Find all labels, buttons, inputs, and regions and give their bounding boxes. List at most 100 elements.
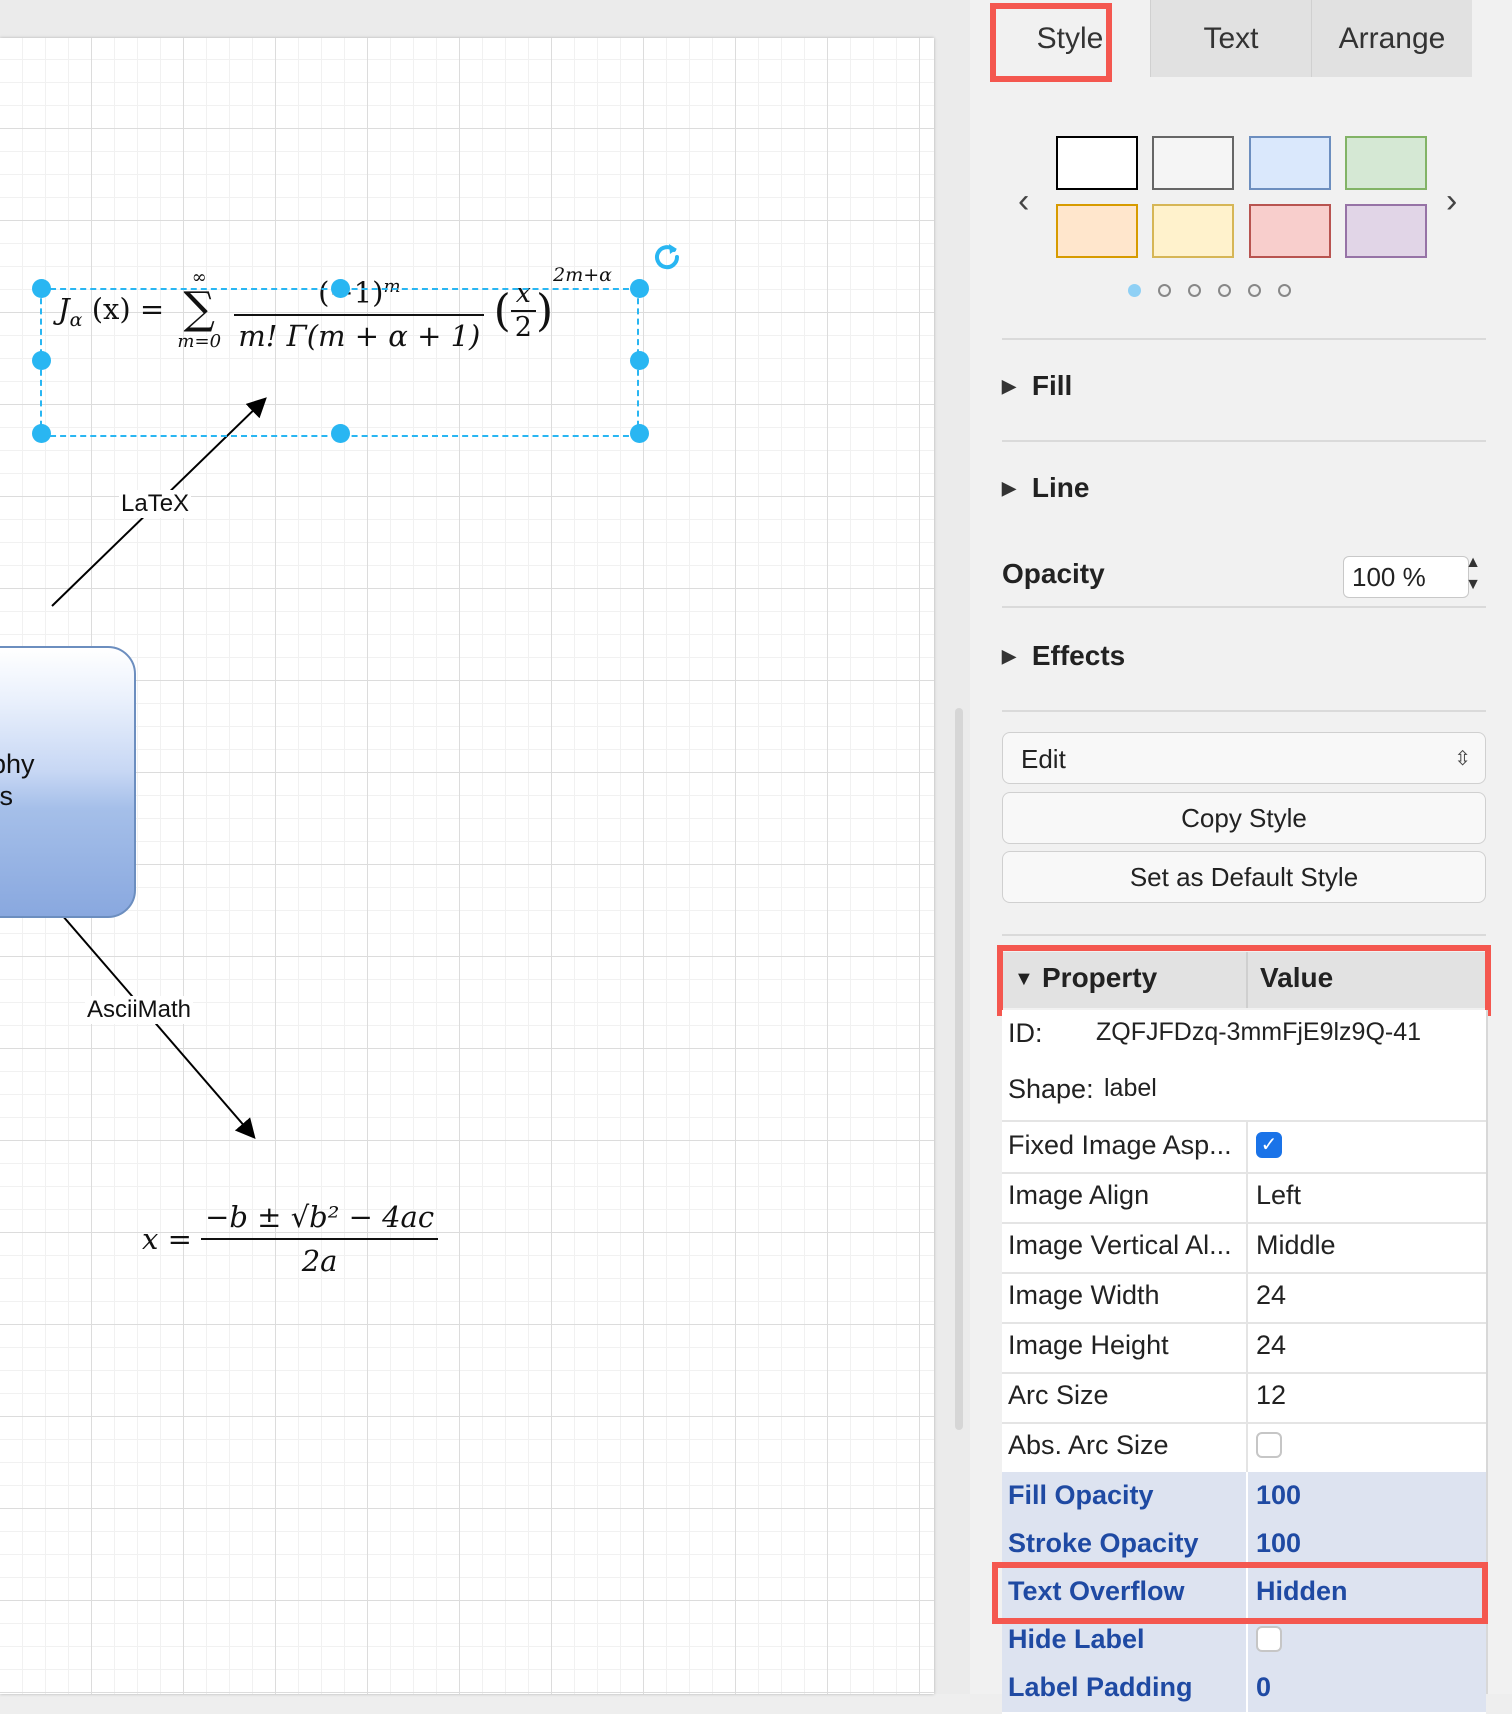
property-value[interactable]: Hidden [1256, 1576, 1348, 1607]
property-key: Text Overflow [1008, 1576, 1185, 1606]
swatch-2[interactable] [1152, 136, 1234, 190]
shape-label: graphy sers [0, 748, 35, 812]
property-value[interactable]: 24 [1256, 1330, 1286, 1361]
vertical-scrollbar[interactable] [955, 708, 963, 1430]
swatch-8[interactable] [1345, 204, 1427, 258]
page-dot[interactable] [1218, 284, 1231, 297]
value-column-header: Value [1260, 962, 1334, 993]
rounded-rectangle-shape[interactable]: graphy sers [0, 646, 136, 918]
shape-row: Shape: label [1002, 1066, 1486, 1122]
property-value[interactable]: 100 [1256, 1528, 1301, 1559]
property-row[interactable]: Stroke Opacity 100 [1002, 1520, 1486, 1570]
property-checkbox[interactable] [1256, 1626, 1282, 1652]
resize-handle-ne[interactable] [630, 279, 649, 298]
page-dot[interactable] [1278, 284, 1291, 297]
property-value[interactable]: 100 [1256, 1480, 1301, 1511]
property-row[interactable]: Image Vertical Al... Middle [1002, 1222, 1486, 1274]
asciimath-edge-label[interactable]: AsciiMath [85, 996, 194, 1024]
property-row[interactable]: Hide Label [1002, 1616, 1486, 1666]
resize-handle-w[interactable] [32, 351, 51, 370]
swatch-next-icon[interactable]: › [1446, 182, 1457, 221]
property-grid: ID: ZQFJFDzq-3mmFjE9lz9Q-41 Shape: label… [1002, 1010, 1488, 1714]
expand-triangle-icon: ▶ [1002, 477, 1016, 498]
tab-style[interactable]: Style [990, 0, 1150, 77]
divider [1002, 338, 1486, 340]
column-separator [1246, 1520, 1248, 1568]
column-separator [1246, 1472, 1248, 1520]
quadratic-formula[interactable]: x = −b ± √b² − 4ac 2a [142, 1196, 439, 1282]
resize-handle-n[interactable] [331, 279, 350, 298]
effects-section[interactable]: ▶ Effects [1002, 640, 1125, 672]
column-separator [1246, 1664, 1248, 1712]
property-row[interactable]: Abs. Arc Size [1002, 1422, 1486, 1474]
resize-handle-s[interactable] [331, 424, 350, 443]
column-separator [1246, 1372, 1248, 1422]
resize-handle-sw[interactable] [32, 424, 51, 443]
column-separator [1246, 952, 1248, 1008]
swatch-7[interactable] [1249, 204, 1331, 258]
property-key: Stroke Opacity [1008, 1528, 1199, 1558]
property-value[interactable]: 24 [1256, 1280, 1286, 1311]
property-row[interactable]: Text Overflow Hidden [1002, 1568, 1486, 1618]
property-value[interactable]: 0 [1256, 1672, 1271, 1703]
property-row[interactable]: Image Align Left [1002, 1172, 1486, 1224]
page-dot[interactable] [1158, 284, 1171, 297]
swatch-prev-icon[interactable]: ‹ [1018, 182, 1029, 221]
property-value[interactable]: 12 [1256, 1380, 1286, 1411]
page-dot[interactable] [1128, 284, 1141, 297]
swatch-1[interactable] [1056, 136, 1138, 190]
property-value[interactable]: Left [1256, 1180, 1301, 1211]
page-dot[interactable] [1248, 284, 1261, 297]
property-key: Image Width [1008, 1280, 1160, 1310]
swatch-3[interactable] [1249, 136, 1331, 190]
divider [1002, 710, 1486, 712]
swatch-6[interactable] [1152, 204, 1234, 258]
opacity-stepper-icon[interactable]: ▲ ▼ [1460, 552, 1486, 600]
property-grid-header[interactable]: ▼ Property Value [1002, 952, 1486, 1008]
property-column-header: Property [1042, 962, 1158, 993]
expand-triangle-icon: ▶ [1002, 645, 1016, 666]
resize-handle-nw[interactable] [32, 279, 51, 298]
property-checkbox[interactable]: ✓ [1256, 1132, 1282, 1158]
collapse-triangle-icon: ▼ [1014, 968, 1034, 990]
set-default-style-button[interactable]: Set as Default Style [1002, 851, 1486, 903]
property-row[interactable]: Fixed Image Asp... ✓ [1002, 1122, 1486, 1174]
fill-section[interactable]: ▶ Fill [1002, 370, 1072, 402]
property-key: Fixed Image Asp... [1008, 1130, 1232, 1160]
property-row[interactable]: Label Padding 0 [1002, 1664, 1486, 1714]
swatch-4[interactable] [1345, 136, 1427, 190]
copy-style-button[interactable]: Copy Style [1002, 792, 1486, 844]
shape-label-key: Shape: [1008, 1074, 1094, 1104]
rotate-handle-icon[interactable] [652, 241, 682, 271]
swatch-5[interactable] [1056, 204, 1138, 258]
column-separator [1246, 1122, 1248, 1172]
property-checkbox[interactable] [1256, 1432, 1282, 1458]
edit-select-label: Edit [1021, 744, 1066, 774]
id-value[interactable]: ZQFJFDzq-3mmFjE9lz9Q-41 [1096, 1018, 1421, 1047]
edit-style-select[interactable]: Edit ⇳ [1002, 732, 1486, 784]
property-row[interactable]: Image Width 24 [1002, 1272, 1486, 1324]
property-row[interactable]: Image Height 24 [1002, 1322, 1486, 1374]
resize-handle-e[interactable] [630, 351, 649, 370]
diagram-page[interactable]: LaTeX AsciiMath graphy sers Jα (x) = ∞ ∑… [0, 38, 934, 1694]
property-key: Image Height [1008, 1330, 1169, 1360]
property-row[interactable]: Arc Size 12 [1002, 1372, 1486, 1424]
page-dot[interactable] [1188, 284, 1201, 297]
fill-section-label: Fill [1031, 370, 1073, 401]
property-key: Image Align [1008, 1180, 1150, 1210]
column-separator [1246, 1172, 1248, 1222]
tab-text[interactable]: Text [1150, 0, 1311, 77]
property-row[interactable]: Fill Opacity 100 [1002, 1472, 1486, 1522]
line-section[interactable]: ▶ Line [1002, 472, 1089, 504]
latex-edge-label[interactable]: LaTeX [119, 490, 192, 518]
shape-label-line1: graphy [0, 749, 35, 779]
opacity-input[interactable]: 100 % [1343, 556, 1469, 598]
tab-arrange[interactable]: Arrange [1311, 0, 1472, 77]
resize-handle-se[interactable] [630, 424, 649, 443]
line-section-label: Line [1031, 472, 1090, 503]
column-separator [1246, 1568, 1248, 1616]
quadratic-lhs: x = [142, 1222, 192, 1256]
property-value[interactable]: Middle [1256, 1230, 1336, 1261]
property-key: Image Vertical Al... [1008, 1230, 1232, 1260]
diagram-canvas-area[interactable]: LaTeX AsciiMath graphy sers Jα (x) = ∞ ∑… [0, 0, 970, 1694]
